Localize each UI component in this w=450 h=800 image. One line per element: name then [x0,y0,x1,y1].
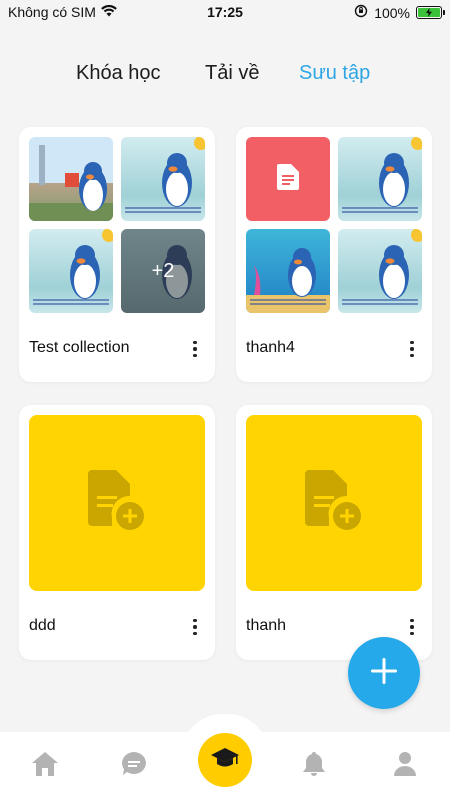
collection-cover [246,415,422,591]
orientation-lock-icon [354,4,368,21]
collection-card[interactable]: thanh [236,405,432,660]
tab-courses[interactable]: Khóa học [76,62,161,85]
thumbnail-more-overlay[interactable]: +2 [121,229,205,313]
collection-cover [29,415,205,591]
more-options-button[interactable] [185,337,205,361]
top-tabs: Khóa học Tải về Sưu tập [0,62,450,96]
graduation-cap-icon [210,746,240,775]
thumbnail-grid: +2 [29,137,205,313]
collection-title: thanh [246,617,287,634]
add-collection-button[interactable] [348,637,420,709]
nav-notifications[interactable] [299,751,329,782]
collection-title: ddd [29,617,56,634]
nav-courses[interactable] [198,733,252,787]
thumbnail-penguin-ocean [246,229,330,313]
collection-title: thanh4 [246,339,295,356]
extra-count: +2 [151,259,175,282]
nav-messages[interactable] [119,751,149,782]
thumbnail-penguin-sea [29,229,113,313]
thumbnail-document [246,137,330,221]
home-icon [31,751,59,782]
user-icon [393,751,417,782]
more-options-button[interactable] [402,615,422,639]
thumbnail-penguin-sea [338,137,422,221]
nav-profile[interactable] [390,751,420,782]
status-bar: Không có SIM 17:25 100% [0,0,450,26]
thumbnail-grid [246,137,422,313]
thumbnail-penguin-sea [121,137,205,221]
collection-card[interactable]: ddd [19,405,215,660]
battery-icon [416,6,445,19]
tab-downloads[interactable]: Tải về [205,62,259,85]
bell-icon [302,751,326,782]
more-options-button[interactable] [402,337,422,361]
collection-card[interactable]: +2 Test collection [19,127,215,382]
collection-title: Test collection [29,339,130,356]
nav-home[interactable] [30,751,60,782]
add-file-icon [88,469,146,537]
collection-card[interactable]: thanh4 [236,127,432,382]
tab-collections[interactable]: Sưu tập [299,62,370,85]
thumbnail-penguin-sea [338,229,422,313]
more-options-button[interactable] [185,615,205,639]
document-icon [277,163,299,195]
thumbnail-city-penguin [29,137,113,221]
status-right: 100% [354,4,445,21]
battery-percent: 100% [374,4,410,21]
plus-icon [369,656,399,691]
add-file-icon [305,469,363,537]
chat-icon [121,751,147,782]
